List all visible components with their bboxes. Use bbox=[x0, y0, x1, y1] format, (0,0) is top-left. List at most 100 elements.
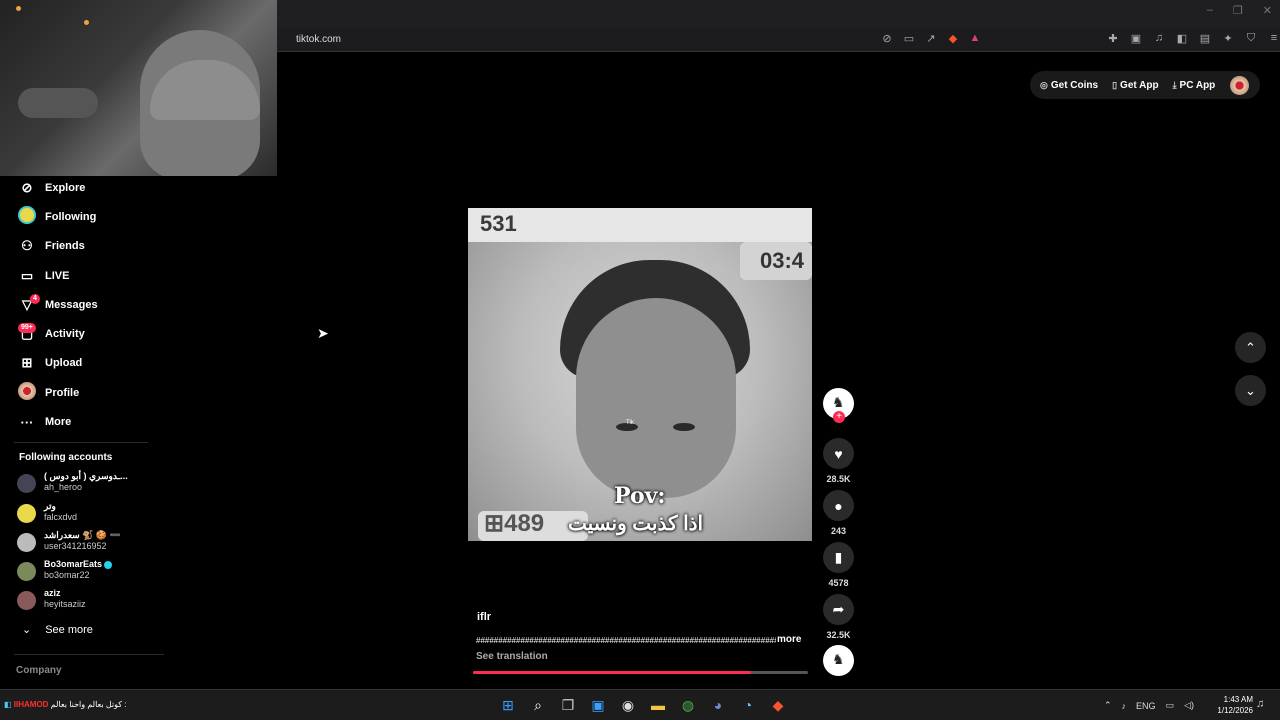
following-account[interactable]: وتر falcxdvd bbox=[17, 501, 167, 530]
account-handle: user341216952 bbox=[44, 541, 107, 551]
account-display-name-text: Bo3omarEats bbox=[44, 559, 103, 569]
cast-icon[interactable]: ▭ bbox=[902, 32, 916, 45]
comment-button[interactable]: ● bbox=[823, 490, 854, 521]
sidebar-item-upload[interactable]: ⊞ Upload bbox=[16, 349, 166, 378]
follow-plus-icon[interactable]: + bbox=[833, 411, 845, 423]
toolbar-icons: ✚ ▣ ♫ ◧ ▤ ✦ ⛉ ≡ bbox=[1106, 32, 1280, 45]
tab-search-icon[interactable]: ▣ bbox=[1129, 32, 1143, 45]
ticker-name: IIHAMOD bbox=[13, 700, 49, 709]
task-view-icon[interactable]: ❐ bbox=[558, 695, 578, 715]
sidebar-item-label: Explore bbox=[45, 181, 86, 194]
store-icon[interactable]: ▣ bbox=[588, 695, 608, 715]
notification-bell-icon[interactable]: ♫ bbox=[1256, 698, 1264, 710]
like-button[interactable]: ♥ bbox=[823, 438, 854, 469]
chrome-icon[interactable]: ◍ bbox=[678, 695, 698, 715]
stream-chat-ticker: ◧ IIHAMOD كوتل بعالم واحنا بعالم : bbox=[4, 700, 127, 709]
sidebar-item-profile[interactable]: Profile bbox=[16, 378, 166, 407]
share-count: 32.5K bbox=[826, 630, 851, 640]
sidebar-item-label: Following bbox=[45, 210, 97, 223]
following-accounts-title: Following accounts bbox=[19, 452, 113, 463]
sidebar-item-live[interactable]: ▭ LIVE bbox=[16, 261, 166, 290]
see-translation-link[interactable]: See translation bbox=[476, 651, 548, 662]
url-text[interactable]: tiktok.com bbox=[296, 34, 341, 45]
messages-badge: 4 bbox=[30, 294, 40, 305]
more-button[interactable]: more bbox=[777, 634, 801, 645]
wallet-icon[interactable]: ▤ bbox=[1198, 32, 1212, 45]
sidebar-item-label: Messages bbox=[45, 298, 98, 311]
light-dot bbox=[84, 20, 89, 25]
share-button[interactable]: ➦ bbox=[823, 594, 854, 625]
pc-app-button[interactable]: ⤓ PC App bbox=[1173, 80, 1216, 91]
previous-video-button[interactable]: ⌃ bbox=[1235, 332, 1266, 363]
sidebar-item-messages[interactable]: ▽ 4 Messages bbox=[16, 290, 166, 319]
leo-ai-icon[interactable]: ✦ bbox=[1221, 32, 1235, 45]
brave-browser-icon[interactable]: ◆ bbox=[768, 695, 788, 715]
video-progress-bar[interactable] bbox=[473, 671, 808, 674]
microphone-shape bbox=[18, 88, 98, 118]
account-display-name: ـدوسري ( أبو دوس )... bbox=[44, 471, 128, 481]
following-account[interactable]: ـدوسري ( أبو دوس )... ah_heroo bbox=[17, 471, 167, 500]
music-disc-button[interactable]: ♞ bbox=[823, 645, 854, 676]
following-account[interactable]: aziz heyitsaziiz bbox=[17, 588, 167, 617]
sidebar-item-label: Friends bbox=[45, 240, 85, 253]
minimize-button[interactable]: – bbox=[1207, 4, 1213, 17]
gift-count-text: 489 bbox=[504, 510, 545, 537]
media-icon[interactable]: ♫ bbox=[1152, 32, 1166, 45]
steam-icon[interactable]: ◔ bbox=[738, 695, 758, 715]
sidebar-item-following[interactable]: Following bbox=[16, 202, 166, 231]
account-handle: falcxdvd bbox=[44, 512, 78, 522]
following-account[interactable]: سعدراشد 🐒 🍪 ➖ user341216952 bbox=[17, 530, 167, 559]
save-button[interactable]: ▮ bbox=[823, 542, 854, 573]
windows-start-icon[interactable]: ⊞ bbox=[498, 695, 518, 715]
activity-badge: 99+ bbox=[18, 323, 36, 334]
no-video-icon[interactable]: ⊘ bbox=[880, 32, 894, 45]
file-explorer-icon[interactable]: ▬ bbox=[648, 695, 668, 715]
search-icon[interactable]: ⌕ bbox=[528, 695, 548, 715]
video-author-username[interactable]: iflr bbox=[477, 611, 491, 623]
network-icon[interactable]: ▭ bbox=[1166, 700, 1175, 711]
obs-icon[interactable]: ◉ bbox=[618, 695, 638, 715]
author-avatar[interactable]: ♞ + bbox=[823, 388, 854, 423]
download-icon: ⤓ bbox=[1172, 79, 1177, 90]
extensions-icon[interactable]: ✚ bbox=[1106, 32, 1120, 45]
get-app-label: Get App bbox=[1120, 79, 1159, 91]
company-link[interactable]: Company bbox=[16, 665, 62, 676]
tray-chevron-up-icon[interactable]: ⌃ bbox=[1104, 700, 1112, 711]
maximize-button[interactable]: ❐ bbox=[1233, 4, 1243, 17]
get-app-button[interactable]: ▯ Get App bbox=[1112, 80, 1158, 91]
sidebar-item-label: Profile bbox=[45, 386, 80, 399]
friends-icon: ⚇ bbox=[21, 238, 33, 254]
video-player[interactable]: 531 03:4 Tik ⊞489 Pov: اذا كذبت ونسيت bbox=[468, 208, 812, 541]
get-coins-label: Get Coins bbox=[1050, 79, 1099, 91]
vpn-icon[interactable]: ⛉ bbox=[1244, 32, 1258, 45]
following-account[interactable]: Bo3omarEats bo3omar22 bbox=[17, 559, 167, 588]
taskbar-clock[interactable]: 1:43 AM 1/12/2026 bbox=[1213, 694, 1253, 716]
user-avatar[interactable] bbox=[1230, 76, 1249, 95]
menu-icon[interactable]: ≡ bbox=[1267, 32, 1280, 45]
chevron-down-icon: ⌄ bbox=[1245, 382, 1256, 398]
following-avatar-icon bbox=[16, 206, 38, 227]
sidebar-item-more[interactable]: ··· More bbox=[16, 407, 166, 436]
next-video-button[interactable]: ⌄ bbox=[1235, 375, 1266, 406]
sidebar-icon[interactable]: ◧ bbox=[1175, 32, 1189, 45]
sidebar-item-activity[interactable]: ▢ 99+ Activity bbox=[16, 319, 166, 348]
mic-icon[interactable]: ♪ bbox=[1122, 701, 1127, 711]
like-count: 28.5K bbox=[826, 474, 851, 484]
volume-icon[interactable]: ◁) bbox=[1184, 700, 1194, 711]
verified-icon bbox=[104, 560, 113, 569]
ticker-icon: ◧ bbox=[4, 700, 12, 709]
get-coins-button[interactable]: ◎ Get Coins bbox=[1040, 80, 1098, 91]
brave-shields-icon[interactable]: ◆ bbox=[946, 32, 960, 45]
window-controls: – ❐ ✕ bbox=[1207, 4, 1272, 17]
sidebar-item-explore[interactable]: ⊘ Explore bbox=[16, 173, 166, 202]
see-more-button[interactable]: ⌄ See more bbox=[22, 623, 93, 636]
share-icon[interactable]: ↗ bbox=[924, 32, 938, 45]
figure-icon: ♞ bbox=[832, 394, 845, 410]
language-indicator[interactable]: ENG bbox=[1136, 701, 1156, 711]
windows-taskbar: ◧ IIHAMOD كوتل بعالم واحنا بعالم : ⊞ ⌕ ❐… bbox=[0, 689, 1280, 720]
close-window-button[interactable]: ✕ bbox=[1263, 4, 1272, 17]
sidebar-item-friends[interactable]: ⚇ Friends bbox=[16, 232, 166, 261]
discord-icon[interactable]: ◕ bbox=[708, 695, 728, 715]
brave-rewards-icon[interactable]: ▲ bbox=[968, 32, 982, 45]
webcam-overlay bbox=[0, 0, 277, 176]
